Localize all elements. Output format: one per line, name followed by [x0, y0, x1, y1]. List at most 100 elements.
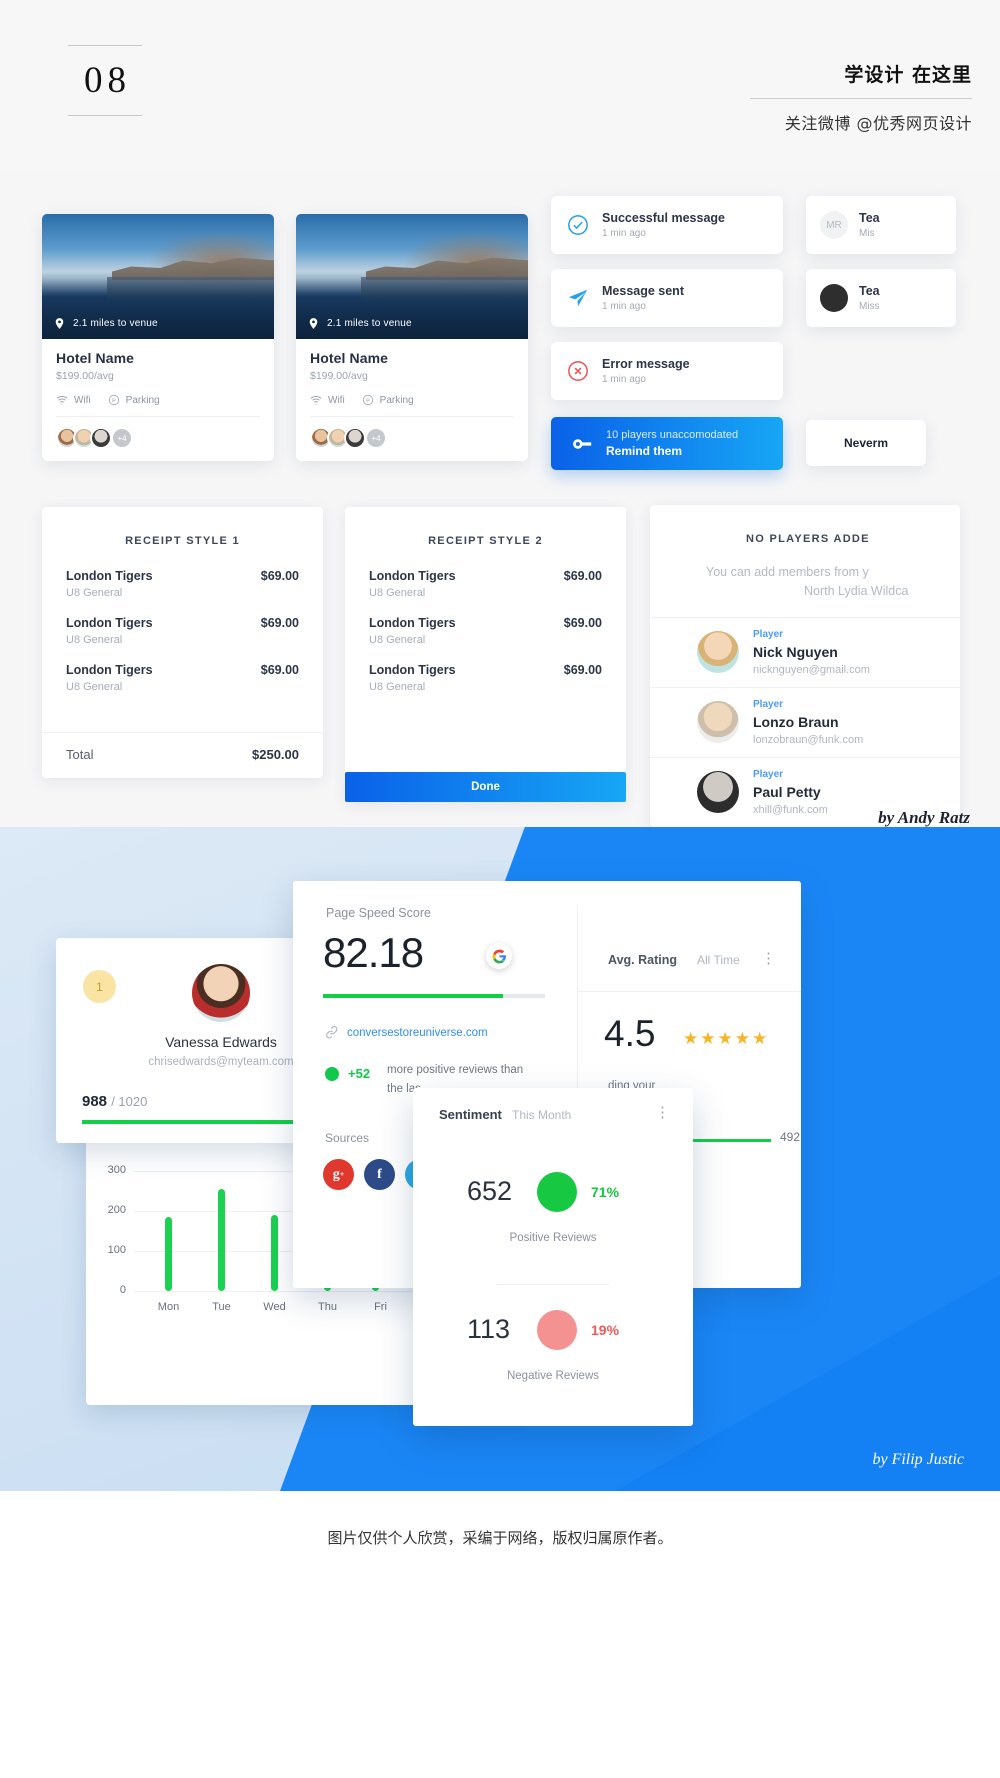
avg-rating-period[interactable]: All Time [697, 953, 740, 967]
hotel-distance: 2.1 miles to venue [53, 317, 158, 330]
amenity-parking-label: Parking [125, 394, 160, 406]
signature-filip-justic: by Filip Justic [872, 1451, 964, 1468]
check-circle-icon [568, 215, 588, 235]
receipt-item-name: London Tigers [369, 663, 456, 677]
showcase-area: 2.1 miles to venue Hotel Name $199.00/av… [0, 172, 1000, 827]
hotel-card[interactable]: 2.1 miles to venue Hotel Name $199.00/av… [42, 214, 274, 461]
player-name: Paul Petty [753, 783, 821, 800]
receipt-row-left: London Tigers U8 General [369, 616, 456, 646]
page-speed-url[interactable]: conversestoreuniverse.com [347, 1027, 488, 1039]
receipt-item-sub: U8 General [369, 634, 426, 646]
hotel-ridge [365, 257, 528, 280]
hotel-attendees: +4 [296, 417, 528, 461]
wifi-icon [310, 396, 322, 405]
message-card[interactable]: Tea Miss [806, 269, 956, 327]
amenity-wifi-label: Wifi [74, 394, 91, 406]
receipt-item-sub: U8 General [369, 681, 426, 693]
receipt-item-sub: U8 General [66, 634, 123, 646]
amenity-wifi-label: Wifi [328, 394, 345, 406]
negative-percent: 19% [591, 1322, 620, 1338]
players-description-line-2: North Lydia Wildca [804, 583, 909, 598]
player-email: nicknguyen@gmail.com [753, 663, 870, 676]
message-subtitle: Miss [859, 301, 880, 312]
receipt-total-row: Total $250.00 [42, 732, 323, 778]
hotel-card[interactable]: 2.1 miles to venue Hotel Name $199.00/av… [296, 214, 528, 461]
y-axis-tick: 300 [107, 1164, 126, 1176]
sentiment-divider [497, 1284, 609, 1285]
hotel-attendees: +4 [42, 417, 274, 461]
remind-players-button[interactable]: 10 players unaccomodated Remind them [551, 417, 783, 470]
receipt-row: London Tigers U8 General $69.00 [42, 569, 323, 616]
receipt-item-amount: $69.00 [260, 663, 299, 677]
message-text: Tea Mis [859, 211, 880, 239]
amenity-parking: P Parking [362, 394, 414, 406]
amenity-parking-label: Parking [379, 394, 414, 406]
member-score-total: / 1020 [111, 1094, 148, 1109]
negative-count: 113 [467, 1314, 511, 1344]
player-row[interactable]: Player Lonzo Braun lonzobraun@funk.com [650, 686, 960, 757]
kebab-menu-icon[interactable]: ⋮ [655, 1103, 671, 1121]
notification-title: Message sent [602, 284, 684, 298]
receipt-row-left: London Tigers U8 General [66, 569, 153, 599]
google-plus-icon[interactable]: g + [323, 1159, 354, 1190]
avatar [90, 427, 112, 449]
hotel-price: $199.00/avg [310, 370, 368, 382]
player-info: Player Nick Nguyen nicknguyen@gmail.com [753, 629, 870, 676]
hotel-distance-label: 2.1 miles to venue [327, 318, 412, 329]
rank-badge: 1 [83, 970, 116, 1003]
amenity-wifi: Wifi [310, 394, 345, 406]
receipt-title: RECEIPT STYLE 1 [125, 535, 240, 547]
amenity-parking: P Parking [108, 394, 160, 406]
notification-title: Error message [602, 357, 690, 371]
receipt-item-name: London Tigers [66, 616, 153, 630]
receipt-card-1: RECEIPT STYLE 1 London Tigers U8 General… [42, 507, 323, 778]
notification-sent[interactable]: Message sent 1 min ago [551, 269, 783, 327]
hotel-image: 2.1 miles to venue [296, 214, 528, 339]
players-description: You can add members from y North Lydia W… [650, 563, 960, 617]
notification-title: Successful message [602, 211, 725, 225]
nevermind-button[interactable]: Neverm [806, 420, 926, 466]
receipt-row: London Tigers U8 General $69.00 [42, 616, 323, 663]
location-pin-icon [309, 318, 318, 329]
kebab-menu-icon[interactable]: ⋮ [761, 949, 777, 967]
cta-text: 10 players unaccomodated Remind them [606, 429, 738, 458]
page-number-block: 08 [68, 45, 142, 116]
notification-text: Successful message 1 min ago [602, 211, 725, 239]
receipt-done-button[interactable]: Done [345, 772, 626, 802]
positive-reviews-delta: +52 [325, 1066, 370, 1081]
facebook-icon[interactable]: f [364, 1159, 395, 1190]
player-row[interactable]: Player Nick Nguyen nicknguyen@gmail.com [650, 616, 960, 687]
location-pin-icon [55, 318, 64, 329]
hotel-distance-label: 2.1 miles to venue [73, 318, 158, 329]
receipt-card-2: RECEIPT STYLE 2 London Tigers U8 General… [345, 507, 626, 802]
receipt-item-amount: $69.00 [260, 569, 299, 583]
page-speed-progress [323, 994, 503, 998]
page-speed-link-row[interactable]: conversestoreuniverse.com [325, 1026, 488, 1039]
receipt-row: London Tigers U8 General $69.00 [345, 616, 626, 663]
receipt-row-left: London Tigers U8 General [369, 569, 456, 599]
receipt-total-label: Total [66, 747, 94, 762]
page-number: 08 [84, 60, 131, 101]
svg-text:P: P [366, 398, 370, 404]
x-axis-tick: Wed [263, 1301, 286, 1313]
avg-rating-divider [577, 991, 801, 992]
receipt-row-left: London Tigers U8 General [66, 663, 153, 693]
parking-icon: P [362, 394, 373, 406]
header-title: 学设计 在这里 [844, 64, 972, 86]
positive-delta-value: +52 [348, 1066, 371, 1081]
avatar [697, 631, 739, 673]
notification-text: Message sent 1 min ago [602, 284, 684, 312]
hotel-ridge-reflection [360, 277, 528, 299]
player-info: Player Paul Petty xhill@funk.com [753, 769, 828, 816]
notification-error[interactable]: Error message 1 min ago [551, 342, 783, 400]
hotel-ridge [111, 257, 274, 280]
message-card[interactable]: MR Tea Mis [806, 196, 956, 254]
players-card: NO PLAYERS ADDE You can add members from… [650, 505, 960, 827]
notification-time: 1 min ago [602, 301, 646, 312]
member-score: 988 / 1020 [82, 1093, 147, 1110]
avg-rating-value: 4.5 [604, 1013, 656, 1054]
positive-caption: Positive Reviews [509, 1232, 597, 1244]
sentiment-period[interactable]: This Month [512, 1108, 571, 1122]
notification-success[interactable]: Successful message 1 min ago [551, 196, 783, 254]
amenity-wifi: Wifi [56, 394, 91, 406]
